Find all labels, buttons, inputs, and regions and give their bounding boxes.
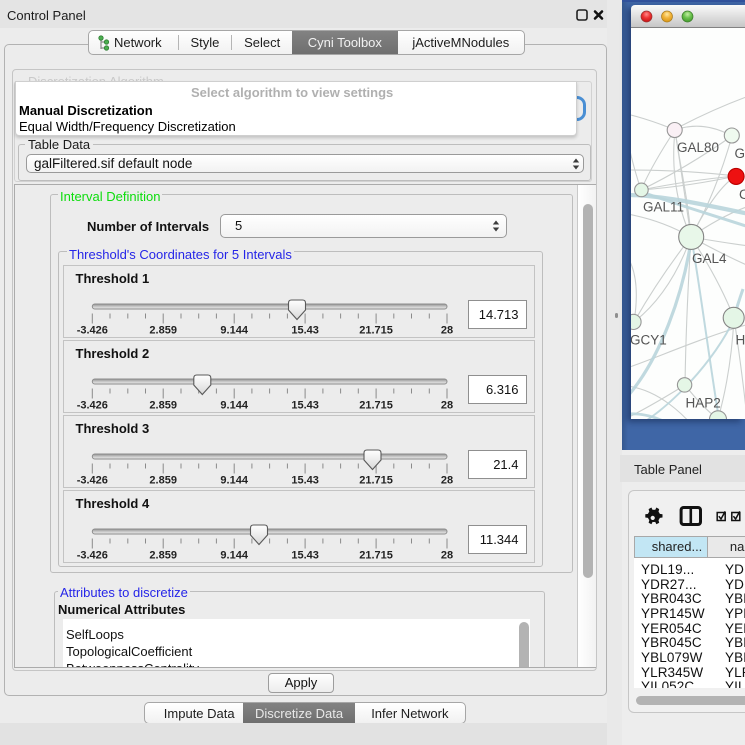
svg-text:2.859: 2.859 <box>149 475 177 487</box>
svg-text:2.859: 2.859 <box>149 400 177 412</box>
svg-text:15.43: 15.43 <box>291 475 319 487</box>
svg-text:-3.426: -3.426 <box>76 400 107 412</box>
svg-text:2.859: 2.859 <box>149 550 177 562</box>
svg-text:15.43: 15.43 <box>291 325 319 337</box>
svg-text:-3.426: -3.426 <box>76 550 107 562</box>
svg-text:28: 28 <box>440 325 452 337</box>
svg-text:2.859: 2.859 <box>149 325 177 337</box>
svg-text:9.144: 9.144 <box>220 475 248 487</box>
svg-text:9.144: 9.144 <box>220 325 248 337</box>
svg-text:28: 28 <box>440 475 452 487</box>
svg-text:21.715: 21.715 <box>359 400 393 412</box>
svg-text:G.: G. <box>735 146 745 161</box>
svg-text:28: 28 <box>440 550 452 562</box>
svg-text:15.43: 15.43 <box>291 400 319 412</box>
svg-text:-3.426: -3.426 <box>76 475 107 487</box>
svg-text:GAL4: GAL4 <box>692 251 727 266</box>
svg-text:9.144: 9.144 <box>220 400 248 412</box>
svg-text:GAL80: GAL80 <box>677 140 719 155</box>
svg-text:GCY1: GCY1 <box>631 333 667 348</box>
svg-text:GAL11: GAL11 <box>643 200 684 215</box>
svg-text:21.715: 21.715 <box>359 325 393 337</box>
svg-text:21.715: 21.715 <box>359 550 393 562</box>
svg-text:15.43: 15.43 <box>291 550 319 562</box>
svg-text:HAP2: HAP2 <box>686 396 721 411</box>
svg-text:C: C <box>739 187 745 202</box>
svg-text:H: H <box>736 333 745 348</box>
svg-text:-3.426: -3.426 <box>76 325 107 337</box>
svg-text:28: 28 <box>440 400 452 412</box>
svg-text:21.715: 21.715 <box>359 475 393 487</box>
svg-text:9.144: 9.144 <box>220 550 248 562</box>
